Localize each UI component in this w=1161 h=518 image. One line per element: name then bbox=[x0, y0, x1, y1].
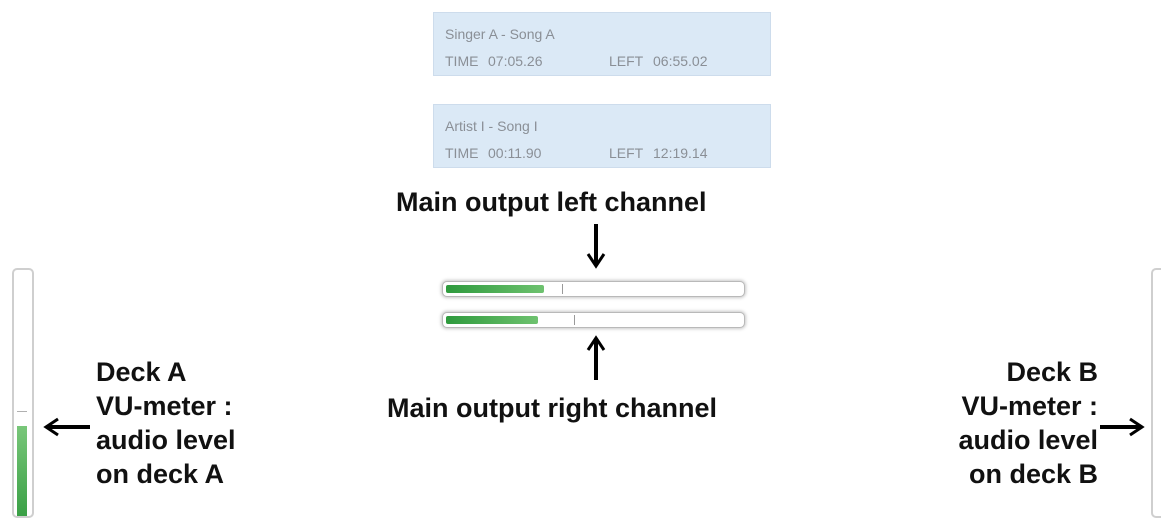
annotation-deck-a: Deck A VU-meter : audio level on deck A bbox=[96, 355, 236, 491]
annotation-main-output-left: Main output left channel bbox=[396, 187, 707, 217]
deck-b-track-card: Artist I - Song I TIME 00:11.90 LEFT 12:… bbox=[433, 104, 771, 168]
deck-a-left-value: 06:55.02 bbox=[653, 53, 708, 69]
annotation-deck-a-line: on deck A bbox=[96, 459, 225, 489]
annotation-deck-b-line: VU-meter : bbox=[961, 391, 1098, 421]
main-output-right-peak bbox=[574, 315, 575, 325]
deck-a-vu-peak bbox=[17, 411, 27, 412]
deck-b-track-title: Artist I - Song I bbox=[445, 118, 538, 134]
main-output-left-level bbox=[446, 285, 544, 293]
main-output-right-level bbox=[446, 316, 538, 324]
annotation-deck-a-line: VU-meter : bbox=[96, 391, 233, 421]
deck-a-left-label: LEFT bbox=[609, 53, 644, 69]
main-output-left-meter bbox=[442, 281, 745, 297]
annotation-deck-b: Deck B VU-meter : audio level on deck B bbox=[920, 355, 1098, 491]
annotation-main-output-right: Main output right channel bbox=[387, 393, 717, 423]
deck-b-time-value: 00:11.90 bbox=[488, 145, 542, 161]
deck-a-time-value: 07:05.26 bbox=[488, 53, 543, 69]
arrow-up-icon bbox=[586, 335, 606, 380]
annotation-deck-b-line: Deck B bbox=[1006, 357, 1098, 387]
deck-a-time-label: TIME bbox=[445, 53, 479, 69]
main-output-right-meter bbox=[442, 312, 745, 328]
arrow-down-icon bbox=[586, 224, 606, 269]
deck-a-track-card: Singer A - Song A TIME 07:05.26 LEFT 06:… bbox=[433, 12, 771, 76]
deck-b-left-value: 12:19.14 bbox=[653, 145, 708, 161]
deck-b-time-label: TIME bbox=[445, 145, 479, 161]
deck-b-left-label: LEFT bbox=[609, 145, 644, 161]
arrow-left-icon bbox=[43, 417, 90, 437]
arrow-right-icon bbox=[1100, 417, 1145, 437]
main-output-left-peak bbox=[562, 284, 563, 294]
deck-a-vu-level bbox=[17, 426, 27, 516]
deck-b-vu-meter bbox=[1151, 268, 1161, 518]
annotation-deck-a-line: audio level bbox=[96, 425, 236, 455]
annotation-deck-b-line: on deck B bbox=[968, 459, 1098, 489]
annotation-deck-b-line: audio level bbox=[958, 425, 1098, 455]
deck-a-vu-meter bbox=[12, 268, 34, 518]
annotation-deck-a-line: Deck A bbox=[96, 357, 187, 387]
deck-a-track-title: Singer A - Song A bbox=[445, 26, 555, 42]
